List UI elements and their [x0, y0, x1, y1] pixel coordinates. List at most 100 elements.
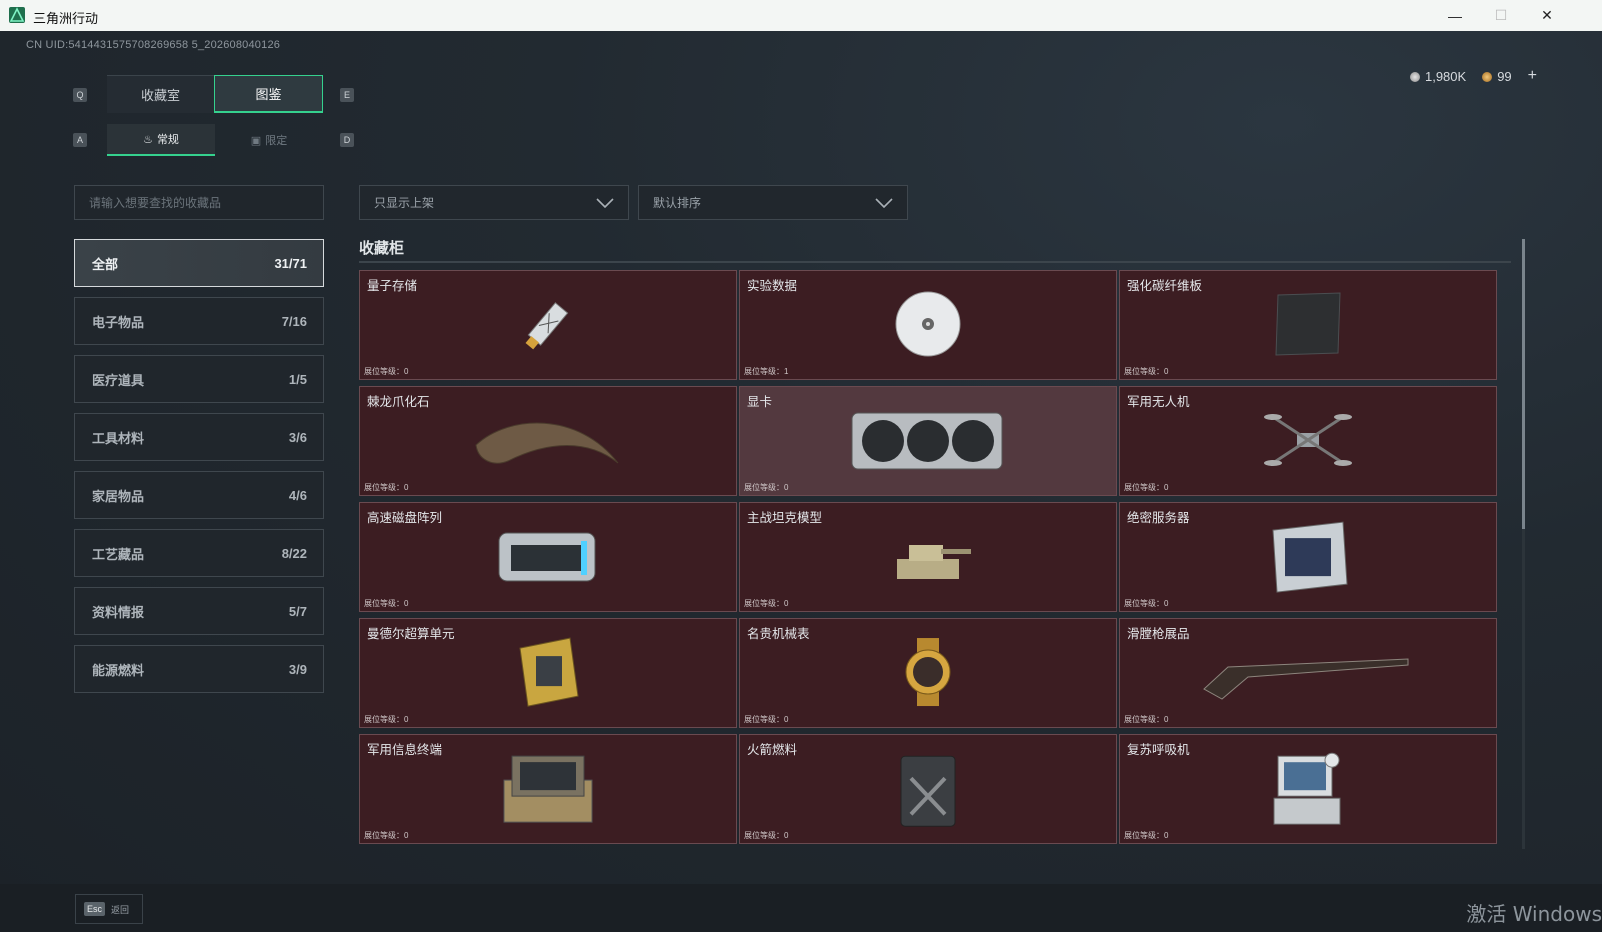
item-name: 量子存储	[367, 279, 418, 293]
credits-value: 1,980K	[1424, 68, 1467, 84]
usb-drive-icon	[513, 289, 583, 364]
subtab-limited[interactable]: ▣ 限定	[215, 124, 323, 156]
close-button[interactable]: ✕	[1524, 0, 1570, 31]
category-list: 全部 31/71 电子物品 7/16 医疗道具 1/5 工具材料 3/6 家居物品 4/6 工艺藏品…	[74, 239, 324, 703]
display-level: 展位等级：0	[1124, 715, 1169, 724]
category-item[interactable]: 家居物品 4/6	[74, 471, 324, 519]
collection-card[interactable]: 绝密服务器 展位等级：0	[1119, 502, 1497, 612]
key-hint-d: D	[340, 133, 354, 147]
category-count: 3/6	[288, 429, 307, 445]
display-level: 展位等级：0	[744, 599, 789, 608]
display-level: 展位等级：0	[1124, 831, 1169, 840]
window-title: 三角洲行动	[33, 11, 99, 26]
display-level: 展位等级：0	[744, 715, 789, 724]
collection-card[interactable]: 棘龙爪化石展位等级：0	[359, 386, 737, 496]
drone-icon	[1263, 405, 1353, 480]
collection-card[interactable]: 火箭燃料 展位等级：0	[739, 734, 1117, 844]
display-level: 展位等级：0	[1124, 483, 1169, 492]
back-label: 返回	[111, 904, 130, 915]
chevron-down-icon	[596, 197, 614, 208]
category-item[interactable]: 工艺藏品 8/22	[74, 529, 324, 577]
collection-card[interactable]: 显卡展位等级：0	[739, 386, 1117, 496]
image-icon: ▣	[250, 134, 262, 147]
maximize-icon: ☐	[1494, 7, 1508, 23]
collection-card[interactable]: 滑膛枪展品 展位等级：0	[1119, 618, 1497, 728]
display-level: 展位等级：0	[364, 715, 409, 724]
musket-icon	[1198, 637, 1418, 712]
key-hint-e: E	[340, 88, 354, 102]
window-titlebar: 三角洲行动 — ☐ ✕	[0, 0, 1602, 31]
maximize-button[interactable]: ☐	[1478, 0, 1524, 31]
item-name: 主战坦克模型	[747, 511, 823, 525]
scroll-thumb[interactable]	[1522, 239, 1525, 529]
collection-card[interactable]: 强化碳纤维板 展位等级：0	[1119, 270, 1497, 380]
terminal-icon	[498, 750, 598, 831]
category-item[interactable]: 医疗道具 1/5	[74, 355, 324, 403]
grid-scrollbar[interactable]	[1522, 239, 1525, 849]
coins-value: 99	[1497, 68, 1512, 84]
collection-card[interactable]: 实验数据 展位等级：1	[739, 270, 1117, 380]
item-name: 军用信息终端	[367, 743, 443, 757]
add-coins-button[interactable]: +	[1528, 67, 1537, 85]
item-name: 名贵机械表	[747, 627, 810, 641]
server-icon	[1263, 518, 1353, 599]
display-level: 展位等级：0	[744, 831, 789, 840]
item-name: 高速磁盘阵列	[367, 511, 443, 525]
cpu-board-icon	[508, 634, 588, 715]
subtab-regular-label: 常规	[156, 134, 179, 146]
currency-bar: 1,980K 99 +	[1409, 66, 1537, 86]
collection-card[interactable]: 曼德尔超算单元展位等级：0	[359, 618, 737, 728]
item-name: 复苏呼吸机	[1127, 743, 1190, 757]
category-item[interactable]: 工具材料 3/6	[74, 413, 324, 461]
collection-card[interactable]: 量子存储展位等级：0	[359, 270, 737, 380]
ventilator-icon	[1268, 748, 1348, 833]
filter-dropdown[interactable]: 只显示上架	[359, 185, 629, 220]
display-level: 展位等级：0	[364, 483, 409, 492]
category-item[interactable]: 能源燃料 3/9	[74, 645, 324, 693]
app-logo-icon	[9, 7, 25, 23]
display-level: 展位等级：0	[744, 483, 789, 492]
category-label: 电子物品	[92, 314, 145, 330]
display-level: 展位等级：0	[364, 831, 409, 840]
category-label: 能源燃料	[92, 662, 145, 678]
collection-grid: 量子存储 展位等级：0 实验数据 展位等级：1 强化碳纤维板 展位等级：0 棘龙爪化石 展位等…	[359, 270, 1515, 848]
disk-array-icon	[493, 521, 603, 596]
sort-dropdown[interactable]: 默认排序	[638, 185, 908, 220]
category-item[interactable]: 资料情报 5/7	[74, 587, 324, 635]
disc-icon	[893, 289, 963, 364]
collection-card[interactable]: 名贵机械表展位等级：0	[739, 618, 1117, 728]
coins-display: 99	[1482, 68, 1512, 84]
fuel-can-icon	[893, 748, 963, 833]
collection-card[interactable]: 高速磁盘阵列 展位等级：0	[359, 502, 737, 612]
key-hint-a: A	[73, 133, 87, 147]
back-button[interactable]: Esc 返回	[75, 894, 143, 924]
collection-card[interactable]: 军用无人机 展位等级：0	[1119, 386, 1497, 496]
claw-fossil-icon	[468, 405, 628, 480]
item-name: 强化碳纤维板	[1127, 279, 1203, 293]
display-level: 展位等级：0	[364, 367, 409, 376]
sub-tabs: ♨ 常规 ▣ 限定	[107, 124, 323, 156]
collection-card[interactable]: 军用信息终端展位等级：0	[359, 734, 737, 844]
item-name: 棘龙爪化石	[367, 395, 430, 409]
category-label: 医疗道具	[92, 372, 145, 388]
subtab-regular[interactable]: ♨ 常规	[107, 124, 215, 156]
collection-card[interactable]: 主战坦克模型展位等级：0	[739, 502, 1117, 612]
category-item[interactable]: 电子物品 7/16	[74, 297, 324, 345]
category-count: 1/5	[288, 371, 307, 387]
collection-card[interactable]: 复苏呼吸机展位等级：0	[1119, 734, 1497, 844]
close-icon: ✕	[1541, 7, 1553, 23]
user-uid: CN UID:5414431575708269658 5_20260804012…	[26, 39, 281, 51]
category-label: 全部	[92, 256, 119, 272]
minimize-icon: —	[1448, 7, 1462, 24]
minimize-button[interactable]: —	[1432, 0, 1478, 31]
category-count: 8/22	[281, 545, 307, 561]
esc-key: Esc	[84, 902, 106, 916]
item-name: 绝密服务器	[1127, 511, 1190, 525]
search-input[interactable]	[75, 186, 323, 219]
tab-catalog[interactable]: 图鉴	[214, 75, 323, 113]
item-name: 曼德尔超算单元	[367, 627, 455, 641]
tab-collection-room[interactable]: 收藏室	[107, 75, 214, 113]
item-name: 显卡	[747, 395, 773, 409]
category-item[interactable]: 全部 31/71	[74, 239, 324, 287]
carbon-plate-icon	[1270, 289, 1346, 364]
